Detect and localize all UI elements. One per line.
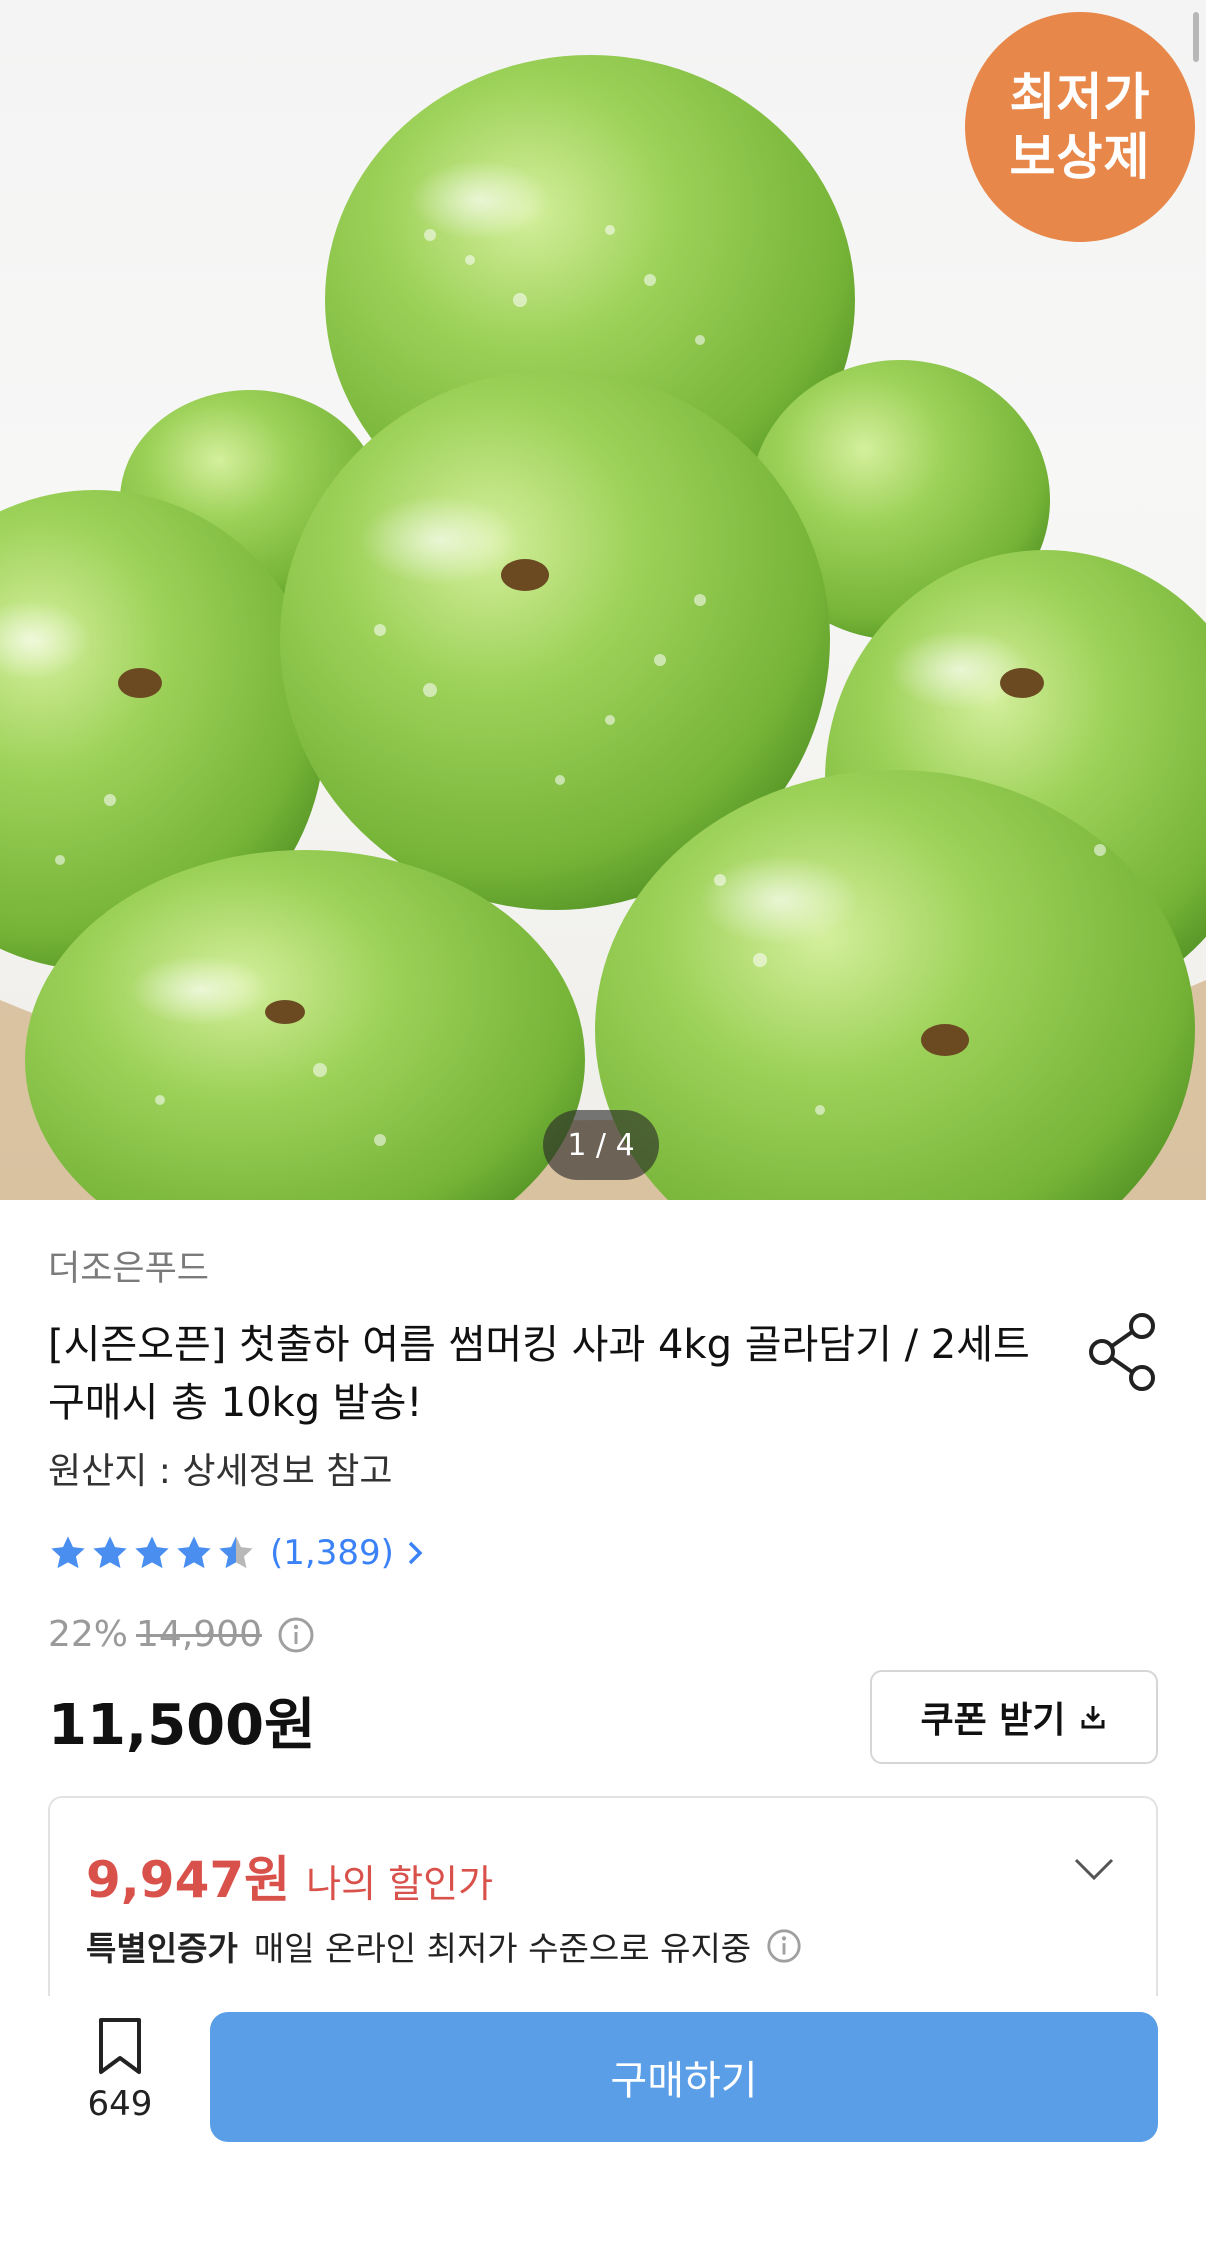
coupon-download-button[interactable]: 쿠폰 받기 xyxy=(870,1670,1158,1764)
bookmark-count: 649 xyxy=(87,2084,153,2124)
scroll-indicator xyxy=(1193,12,1199,62)
info-icon[interactable] xyxy=(276,1615,316,1655)
star-rating xyxy=(48,1533,256,1573)
rating-row[interactable]: (1,389) xyxy=(48,1528,428,1578)
half-star-icon xyxy=(219,1536,253,1569)
product-image-carousel[interactable]: 최저가 보상제 1 / 4 xyxy=(0,0,1206,1200)
discount-rate: 22% xyxy=(48,1614,129,1655)
discount-row: 22% 14,900 xyxy=(48,1614,316,1655)
chevron-down-icon[interactable] xyxy=(1072,1854,1116,1884)
certified-price-row: 특별인증가 매일 온라인 최저가 수준으로 유지중 xyxy=(86,1922,803,1970)
star-icon xyxy=(93,1536,127,1569)
my-discount-price: 9,947원 나의 할인가 xyxy=(86,1840,493,1912)
coupon-label: 쿠폰 받기 xyxy=(920,1700,1066,1741)
seller-name[interactable]: 더조은푸드 xyxy=(48,1240,209,1291)
my-discount-card[interactable]: 9,947원 나의 할인가 특별인증가 매일 온라인 최저가 수준으로 유지중 xyxy=(48,1796,1158,2016)
bottom-action-bar: 649 구매하기 xyxy=(0,1996,1206,2264)
badge-line-1: 최저가 xyxy=(1009,68,1151,126)
chevron-right-icon[interactable] xyxy=(402,1536,428,1570)
certified-price-title: 특별인증가 xyxy=(86,1929,238,1968)
origin-info: 원산지 : 상세정보 참고 xyxy=(48,1451,393,1492)
star-icon xyxy=(51,1536,85,1569)
review-count[interactable]: (1,389) xyxy=(270,1533,394,1573)
badge-line-2: 보상제 xyxy=(1009,128,1151,186)
sale-price: 11,500원 xyxy=(48,1693,316,1758)
info-icon[interactable] xyxy=(765,1927,803,1965)
star-icon xyxy=(135,1536,169,1569)
buy-button[interactable]: 구매하기 xyxy=(210,2012,1158,2142)
download-icon xyxy=(1081,1706,1104,1729)
image-pager: 1 / 4 xyxy=(543,1110,659,1180)
original-price: 14,900 xyxy=(136,1614,262,1655)
bookmark-button[interactable]: 649 xyxy=(60,2016,180,2146)
my-discount-label: 나의 할인가 xyxy=(306,1862,494,1906)
product-title: [시즌오픈] 첫출하 여름 썸머킹 사과 4kg 골라담기 / 2세트 구매시 … xyxy=(48,1322,1030,1426)
certified-price-text: 매일 온라인 최저가 수준으로 유지중 xyxy=(253,1929,752,1968)
my-discount-amount: 9,947원 xyxy=(86,1851,291,1909)
share-icon[interactable] xyxy=(1086,1312,1160,1392)
star-icon xyxy=(177,1536,211,1569)
lowest-price-badge[interactable]: 최저가 보상제 xyxy=(965,12,1195,242)
bookmark-icon xyxy=(99,2018,141,2074)
